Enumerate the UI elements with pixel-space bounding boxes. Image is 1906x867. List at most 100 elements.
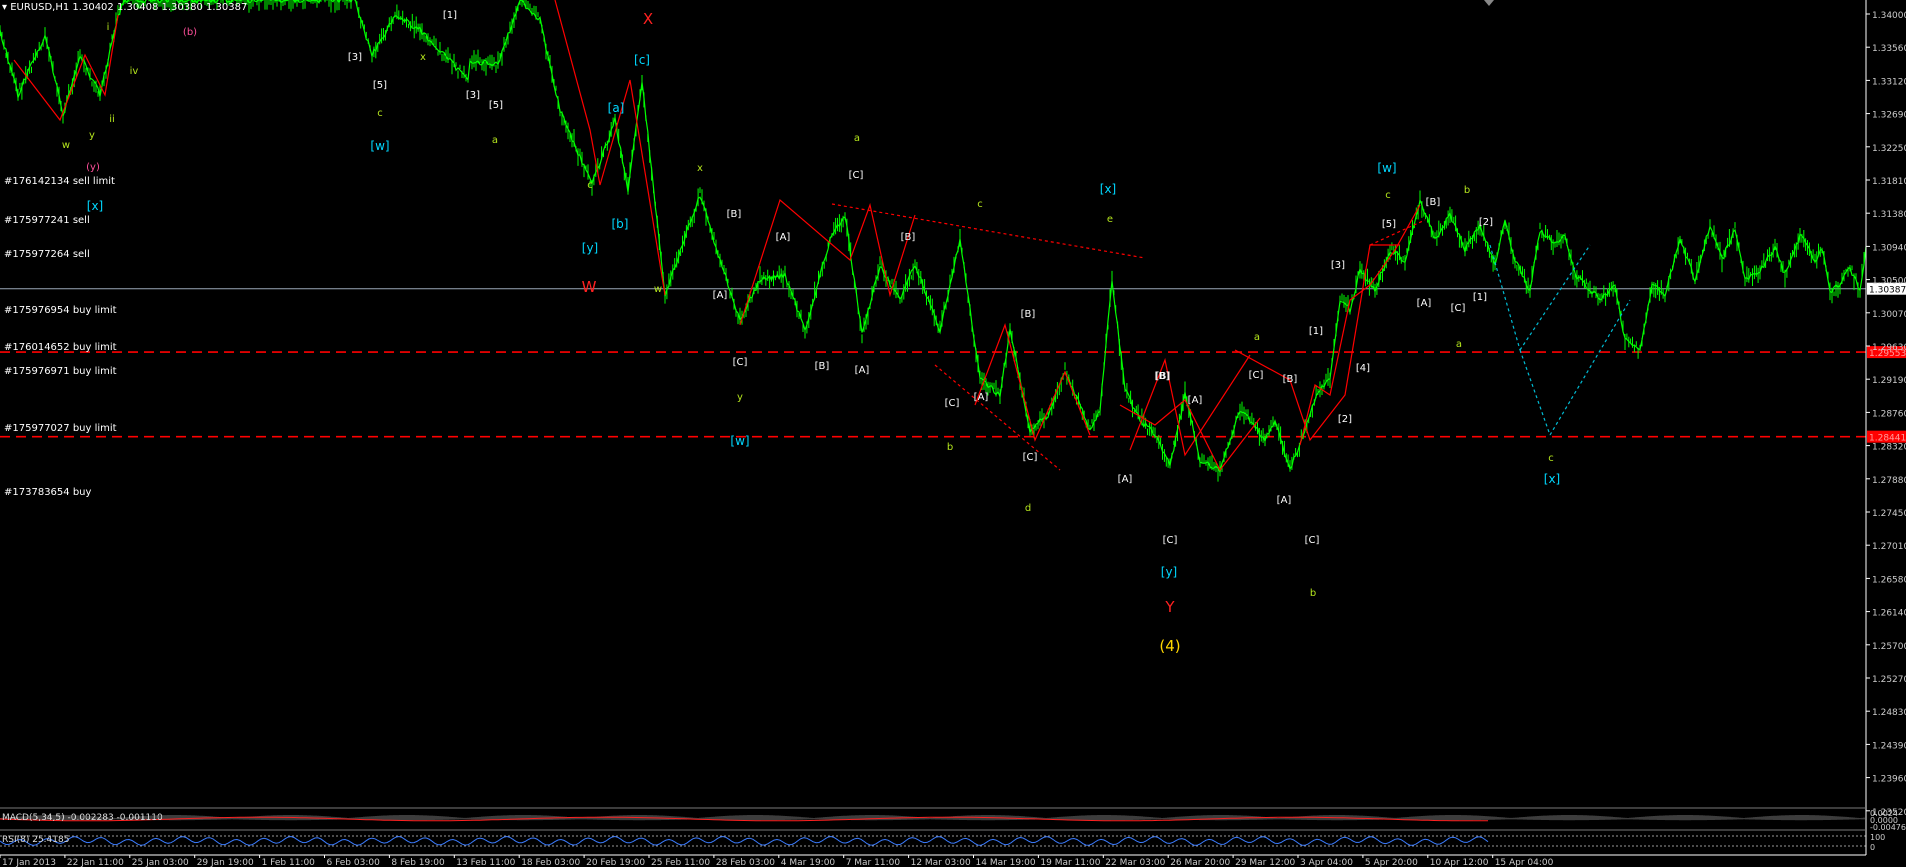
time-tick-label: 25 Feb 11:00 (651, 858, 710, 867)
time-tick-label: 3 Apr 04:00 (1300, 858, 1353, 867)
wave-label: (y) (86, 162, 100, 173)
wave-label: i (107, 22, 110, 33)
wave-label: y (737, 392, 743, 403)
wave-label: iv (130, 66, 139, 77)
macd-scale-label: -0.00476 (1870, 823, 1906, 832)
bid-price-label: 1.30387 (1869, 286, 1906, 296)
time-tick-label: 14 Mar 19:00 (976, 858, 1036, 867)
price-tick-label: 1.30940 (1872, 243, 1906, 253)
wave-label: [1] (443, 10, 457, 21)
wave-label: w (62, 140, 70, 151)
wave-label: [1] (1473, 292, 1487, 303)
wave-label: [x] (1100, 182, 1116, 196)
price-tick-label: 1.27880 (1872, 476, 1906, 486)
wave-label: [x] (1544, 472, 1560, 486)
price-tick-label: 1.33120 (1872, 77, 1906, 87)
order-label[interactable]: #176014652 buy limit (4, 342, 117, 353)
order-label[interactable]: #175977241 sell (4, 215, 90, 226)
wave-label: [A] (1277, 495, 1292, 506)
wave-label: [C] (1249, 370, 1264, 381)
wave-label: [5] (373, 80, 387, 91)
time-tick-label: 4 Mar 19:00 (781, 858, 836, 867)
wave-label: b (947, 442, 953, 453)
price-tick-label: 1.25700 (1872, 642, 1906, 652)
wave-label: [B] (727, 209, 742, 220)
time-tick-label: 13 Feb 11:00 (456, 858, 515, 867)
order-label[interactable]: #175977264 sell (4, 249, 90, 260)
wave-label: ii (109, 114, 115, 125)
wave-label: [C] (733, 357, 748, 368)
wave-label: y (89, 130, 95, 141)
wave-label: [c] (634, 53, 650, 67)
price-tick-label: 1.27450 (1872, 509, 1906, 519)
price-tick-label: 1.26140 (1872, 609, 1906, 619)
time-tick-label: 6 Feb 03:00 (327, 858, 381, 867)
time-tick-label: 29 Jan 19:00 (197, 858, 254, 867)
wave-label: [B] (1426, 197, 1441, 208)
wave-label: (4) (1159, 637, 1180, 655)
price-chart[interactable]: 1.303871.295531.28441 (b)(y)iiiivwy[x][3… (0, 0, 1906, 867)
wave-label: [y] (582, 241, 598, 255)
wave-label: a (492, 135, 498, 146)
price-tick-label: 1.33560 (1872, 44, 1906, 54)
time-tick-label: 1 Feb 11:00 (262, 858, 316, 867)
price-tick-label: 1.31810 (1872, 177, 1906, 187)
wave-label: [w] (370, 139, 389, 153)
wave-label: [3] (348, 52, 362, 63)
wave-label: b (1464, 185, 1470, 196)
wave-label: c (1385, 190, 1391, 201)
order-label[interactable]: #176142134 sell limit (4, 176, 115, 187)
order-label[interactable]: #175976954 buy limit (4, 305, 117, 316)
wave-label: [B] (901, 232, 916, 243)
time-tick-label: 26 Mar 20:00 (1170, 858, 1230, 867)
wave-label: X (643, 10, 653, 28)
wave-label: b (1310, 588, 1316, 599)
wave-label: a (1456, 339, 1462, 350)
wave-label: [C] (1305, 535, 1320, 546)
wave-label: a (1254, 332, 1260, 343)
wave-label: [C] (1451, 303, 1466, 314)
time-tick-label: 19 Mar 11:00 (1040, 858, 1100, 867)
wave-label: [1] (1309, 326, 1323, 337)
wave-label: c (587, 180, 593, 191)
wave-label: W (582, 278, 597, 296)
order-label[interactable]: #173783654 buy (4, 487, 91, 498)
price-tick-label: 1.26580 (1872, 575, 1906, 585)
time-tick-label: 17 Jan 2013 (2, 858, 56, 867)
wave-label: [5] (489, 100, 503, 111)
wave-label: c (1548, 453, 1554, 464)
price-tick-label: 1.23960 (1872, 775, 1906, 785)
wave-label: [C] (849, 170, 864, 181)
order-label[interactable]: #175977027 buy limit (4, 423, 117, 434)
wave-label: [C] (945, 398, 960, 409)
wave-label: [B] (815, 361, 830, 372)
wave-label: [3] (1331, 260, 1345, 271)
price-tick-label: 1.32690 (1872, 111, 1906, 121)
time-tick-label: 18 Feb 03:00 (521, 858, 580, 867)
price-tick-label: 1.28760 (1872, 409, 1906, 419)
rsi-scale-label: 0 (1870, 843, 1875, 852)
wave-label: [B] (1021, 309, 1036, 320)
rsi-label: RSI(8) 25.4185 (2, 835, 69, 845)
wave-label: [a] (608, 101, 625, 115)
wave-label: w (654, 284, 662, 295)
wave-label: d (1025, 503, 1031, 514)
order-label[interactable]: #175976971 buy limit (4, 366, 117, 377)
wave-label: x (697, 163, 703, 174)
wave-label: c (377, 108, 383, 119)
time-tick-label: 10 Apr 12:00 (1430, 858, 1489, 867)
wave-label: [y] (1161, 565, 1177, 579)
chart-menu-icon[interactable]: ▾ (2, 2, 7, 13)
wave-label: (b) (183, 27, 197, 38)
wave-label: [x] (87, 199, 103, 213)
wave-label: [b] (612, 217, 629, 231)
wave-label: [B] (1155, 371, 1170, 382)
wave-label: [w] (730, 434, 749, 448)
price-tick-label: 1.27010 (1872, 542, 1906, 552)
price-tick-label: 1.32250 (1872, 144, 1906, 154)
rsi-scale-label: 100 (1870, 833, 1885, 842)
wave-label: [A] (776, 232, 791, 243)
wave-label: [5] (1382, 219, 1396, 230)
wave-label: [4] (1356, 363, 1370, 374)
price-tick-label: 1.24390 (1872, 741, 1906, 751)
